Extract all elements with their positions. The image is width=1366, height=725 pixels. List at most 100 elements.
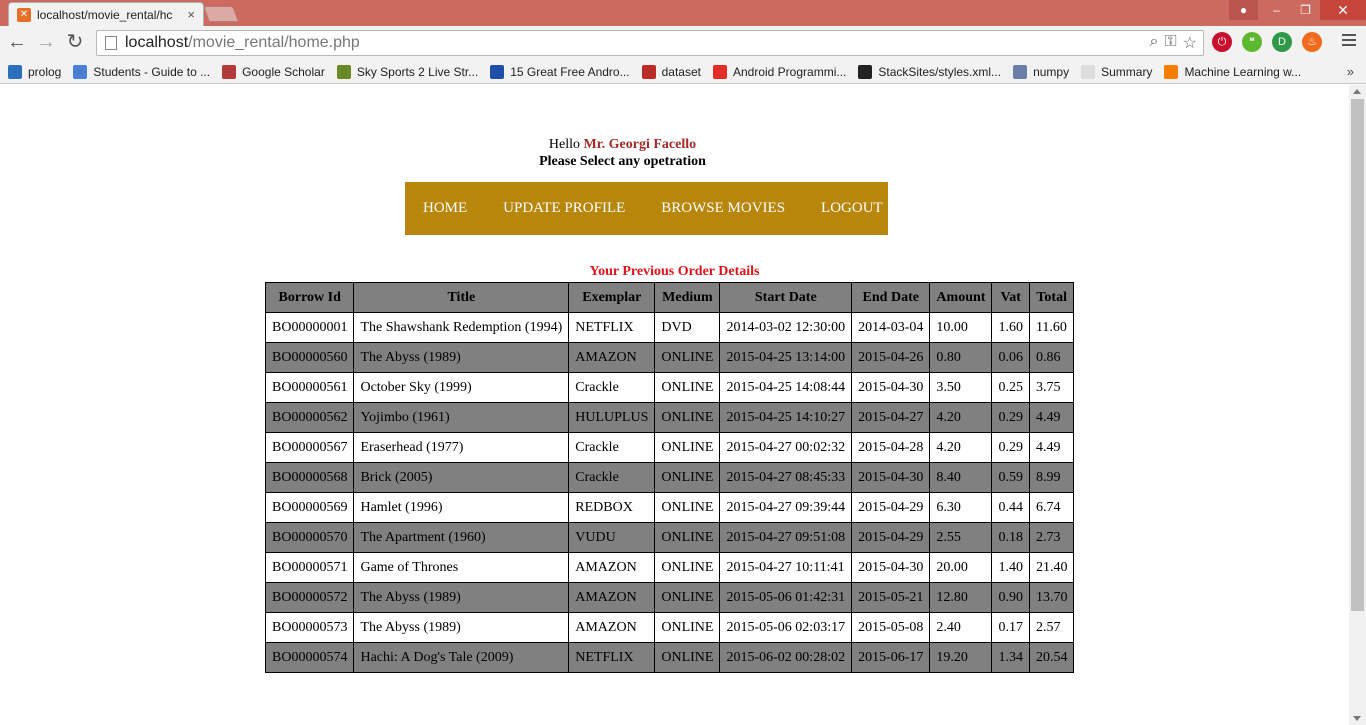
scroll-thumb[interactable] <box>1351 99 1364 611</box>
section-title: Your Previous Order Details <box>589 264 760 279</box>
new-tab-button[interactable] <box>203 6 239 22</box>
window-controls: ● – ❐ ✕ <box>1229 0 1366 20</box>
table-cell: ONLINE <box>654 372 721 403</box>
table-cell: The Abyss (1989) <box>353 342 570 373</box>
scholar-icon <box>222 64 237 79</box>
adblock-icon[interactable]: ⏻ <box>1212 32 1232 52</box>
table-cell: ONLINE <box>654 492 721 523</box>
column-header: Total <box>1028 282 1075 313</box>
table-cell: 2015-04-29 <box>851 492 931 523</box>
table-cell: AMAZON <box>568 582 656 613</box>
greeting-prefix: Hello <box>548 137 580 152</box>
table-cell: BO00000561 <box>264 372 355 403</box>
table-cell: AMAZON <box>568 342 656 373</box>
youtube-icon <box>712 64 727 79</box>
table-cell: BO00000574 <box>264 642 355 673</box>
hangouts-icon[interactable]: ❝ <box>1242 32 1262 52</box>
bookmark-star-icon[interactable]: ☆ <box>1183 33 1197 53</box>
table-cell: ONLINE <box>654 462 721 493</box>
nav-logout-link[interactable]: LOGOUT <box>803 200 901 217</box>
table-cell: 2.55 <box>929 522 993 553</box>
bookmark-item[interactable]: Students - Guide to ... <box>73 64 210 79</box>
table-cell: 1.34 <box>991 642 1030 673</box>
browser-tab[interactable]: ✕ localhost/movie_rental/hc × <box>8 2 204 26</box>
window-titlebar: ✕ localhost/movie_rental/hc × ● – ❐ ✕ <box>0 0 1366 26</box>
table-cell: Eraserhead (1977) <box>353 432 570 463</box>
bookmark-item[interactable]: dataset <box>641 64 701 79</box>
table-row: BO00000568 Brick (2005) Crackle ONLINE 2015-… <box>264 462 1075 493</box>
table-cell: 0.25 <box>991 372 1030 403</box>
tab-close-icon[interactable]: × <box>187 7 195 22</box>
zoom-icon[interactable]: ⌕ <box>1150 33 1159 53</box>
bookmark-label: dataset <box>661 64 701 79</box>
table-cell: Game of Thrones <box>353 552 570 583</box>
bookmark-item[interactable]: Machine Learning w... <box>1164 64 1301 79</box>
table-cell: 2015-04-27 09:39:44 <box>719 492 853 523</box>
extension-d-icon[interactable]: D <box>1272 32 1292 52</box>
vertical-scrollbar[interactable] <box>1349 85 1366 725</box>
bookmark-item[interactable]: Android Programmi... <box>712 64 846 79</box>
url-path: /movie_rental/home.php <box>188 34 360 51</box>
table-cell: October Sky (1999) <box>353 372 570 403</box>
scroll-up-arrow-icon[interactable] <box>1353 89 1361 94</box>
table-cell: Brick (2005) <box>353 462 570 493</box>
table-cell: 2015-04-30 <box>851 552 931 583</box>
nav-update-profile-link[interactable]: UPDATE PROFILE <box>485 200 643 217</box>
table-cell: 0.06 <box>991 342 1030 373</box>
table-cell: Hachi: A Dog's Tale (2009) <box>353 642 570 673</box>
bookmark-item[interactable]: StackSites/styles.xml... <box>858 64 1002 79</box>
fire-icon[interactable]: ♨ <box>1302 32 1322 52</box>
column-header: Start Date <box>719 282 853 313</box>
bookmark-item[interactable]: Sky Sports 2 Live Str... <box>336 64 478 79</box>
nav-browse-movies-link[interactable]: BROWSE MOVIES <box>643 200 803 217</box>
table-cell: BO00000001 <box>264 312 355 343</box>
bookmarks-more-icon[interactable]: » <box>1347 64 1354 79</box>
table-cell: ONLINE <box>654 522 721 553</box>
table-cell: 2015-04-27 09:51:08 <box>719 522 853 553</box>
column-header: End Date <box>851 282 931 313</box>
google-icon <box>73 64 88 79</box>
url-text[interactable]: localhost/movie_rental/home.php <box>125 34 360 52</box>
chrome-menu-icon[interactable] <box>1342 34 1356 49</box>
table-cell: BO00000560 <box>264 342 355 373</box>
table-cell: 2015-04-25 13:14:00 <box>719 342 853 373</box>
bookmark-item[interactable]: numpy <box>1013 64 1069 79</box>
snowflake-icon <box>8 64 22 79</box>
table-cell: 2014-03-02 12:30:00 <box>719 312 853 343</box>
table-cell: 0.29 <box>991 432 1030 463</box>
table-cell: 10.00 <box>929 312 993 343</box>
bookmark-item[interactable]: Summary <box>1081 64 1152 79</box>
key-icon[interactable]: ⚿ <box>1164 33 1176 53</box>
blogger-icon <box>1164 64 1179 79</box>
table-cell: 2015-04-27 10:11:41 <box>719 552 853 583</box>
bookmark-item[interactable]: Google Scholar <box>222 64 325 79</box>
table-cell: 6.74 <box>1028 492 1075 523</box>
table-cell: AMAZON <box>568 552 656 583</box>
table-cell: 0.59 <box>991 462 1030 493</box>
reload-icon[interactable]: ↻ <box>64 32 86 54</box>
greeting: Hello Mr. Georgi Facello <box>0 137 1245 153</box>
bookmark-item[interactable]: prolog <box>8 64 61 79</box>
table-cell: 2.40 <box>929 612 993 643</box>
table-cell: 2.57 <box>1028 612 1075 643</box>
table-cell: NETFLIX <box>568 642 656 673</box>
table-cell: ONLINE <box>654 612 721 643</box>
table-cell: 0.44 <box>991 492 1030 523</box>
bookmark-item[interactable]: 15 Great Free Andro... <box>490 64 630 79</box>
forward-arrow-icon[interactable]: → <box>35 32 57 54</box>
address-bar[interactable]: localhost/movie_rental/home.php ⌕ ⚿ ☆ <box>96 30 1204 56</box>
nav-home-link[interactable]: HOME <box>405 200 485 217</box>
table-cell: 2015-05-08 <box>851 612 931 643</box>
maximize-button[interactable]: ❐ <box>1291 0 1320 20</box>
scroll-down-arrow-icon[interactable] <box>1353 716 1361 721</box>
table-cell: 2014-03-04 <box>851 312 931 343</box>
table-cell: BO00000570 <box>264 522 355 553</box>
bookmark-label: StackSites/styles.xml... <box>878 64 1002 79</box>
back-arrow-icon[interactable]: ← <box>6 32 28 54</box>
close-window-button[interactable]: ✕ <box>1320 0 1366 20</box>
bookmark-label: Google Scholar <box>242 64 325 79</box>
user-profile-icon[interactable]: ● <box>1229 0 1258 20</box>
table-row: BO00000001 The Shawshank Redemption (1994… <box>264 312 1075 343</box>
table-cell: BO00000568 <box>264 462 355 493</box>
minimize-button[interactable]: – <box>1262 0 1291 20</box>
